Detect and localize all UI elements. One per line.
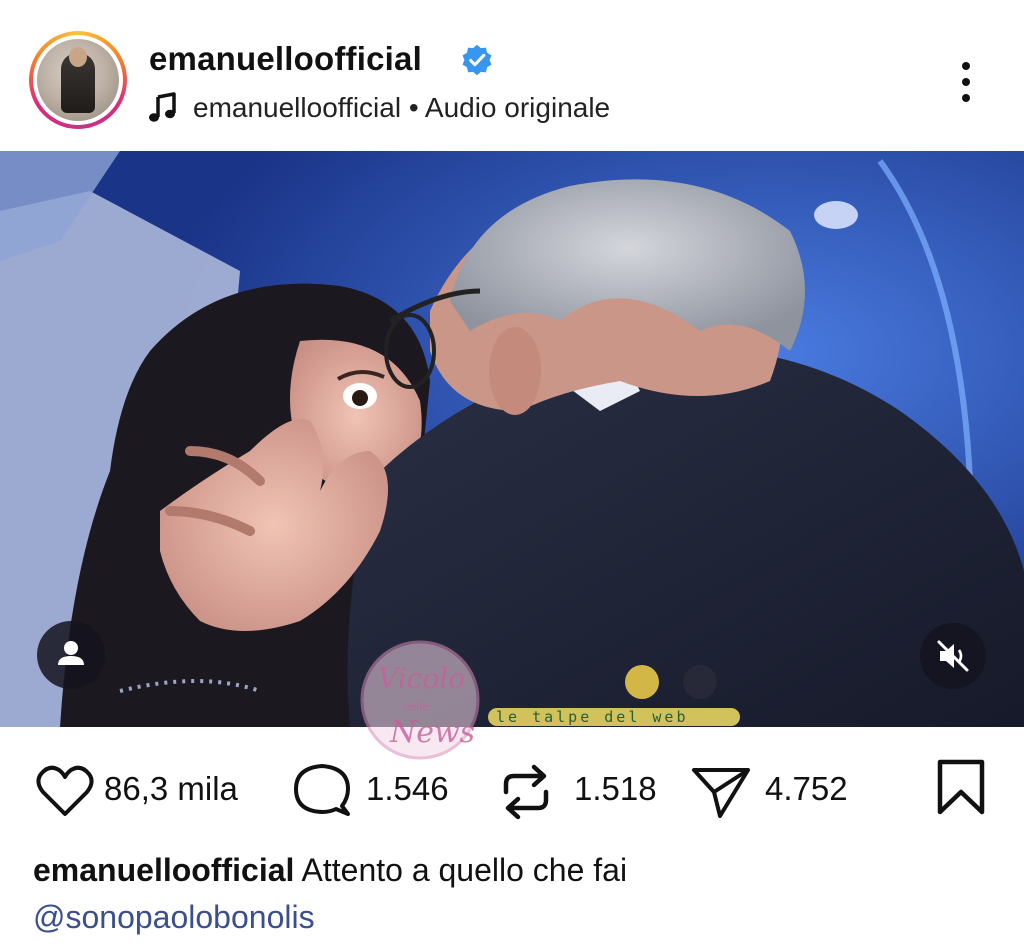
bookmark-icon[interactable]: [936, 758, 986, 816]
likes-count[interactable]: 86,3 mila: [104, 770, 238, 808]
comments-count[interactable]: 1.546: [366, 770, 449, 808]
repost-icon[interactable]: [498, 762, 554, 822]
audio-attribution[interactable]: emanuelloofficial • Audio originale: [193, 92, 610, 124]
shares-count[interactable]: 4.752: [765, 770, 848, 808]
audio-owner: emanuelloofficial: [193, 92, 402, 123]
post-header: emanuelloofficial emanuelloofficial • Au…: [0, 0, 1024, 150]
post-media[interactable]: [0, 151, 1024, 727]
comment-bubble-icon[interactable]: [292, 762, 352, 820]
caption-mention[interactable]: @sonopaolobonolis: [33, 899, 315, 936]
story-avatar[interactable]: [29, 31, 127, 129]
avatar: [37, 39, 119, 121]
music-note-icon: [149, 92, 176, 122]
send-icon[interactable]: [690, 764, 752, 820]
audio-label: Audio originale: [424, 92, 611, 123]
post-username[interactable]: emanuelloofficial: [149, 40, 422, 78]
video-frame: [0, 151, 1024, 727]
more-vertical-icon[interactable]: [955, 62, 977, 106]
user-tag-icon: [58, 641, 84, 665]
reposts-count[interactable]: 1.518: [574, 770, 657, 808]
avatar-head: [69, 47, 87, 67]
caption-username[interactable]: emanuelloofficial: [33, 852, 294, 888]
heart-icon[interactable]: [35, 764, 95, 818]
caption-text: Attento a quello che fai: [301, 852, 628, 888]
speaker-muted-icon: [937, 640, 969, 672]
verified-badge-icon: [462, 44, 492, 76]
avatar-border: [33, 35, 123, 125]
user-tag-button[interactable]: [37, 621, 105, 689]
post-caption: emanuelloofficial Attento a quello che f…: [33, 852, 627, 889]
audio-separator: •: [408, 92, 419, 123]
mute-toggle-button[interactable]: [920, 623, 986, 689]
